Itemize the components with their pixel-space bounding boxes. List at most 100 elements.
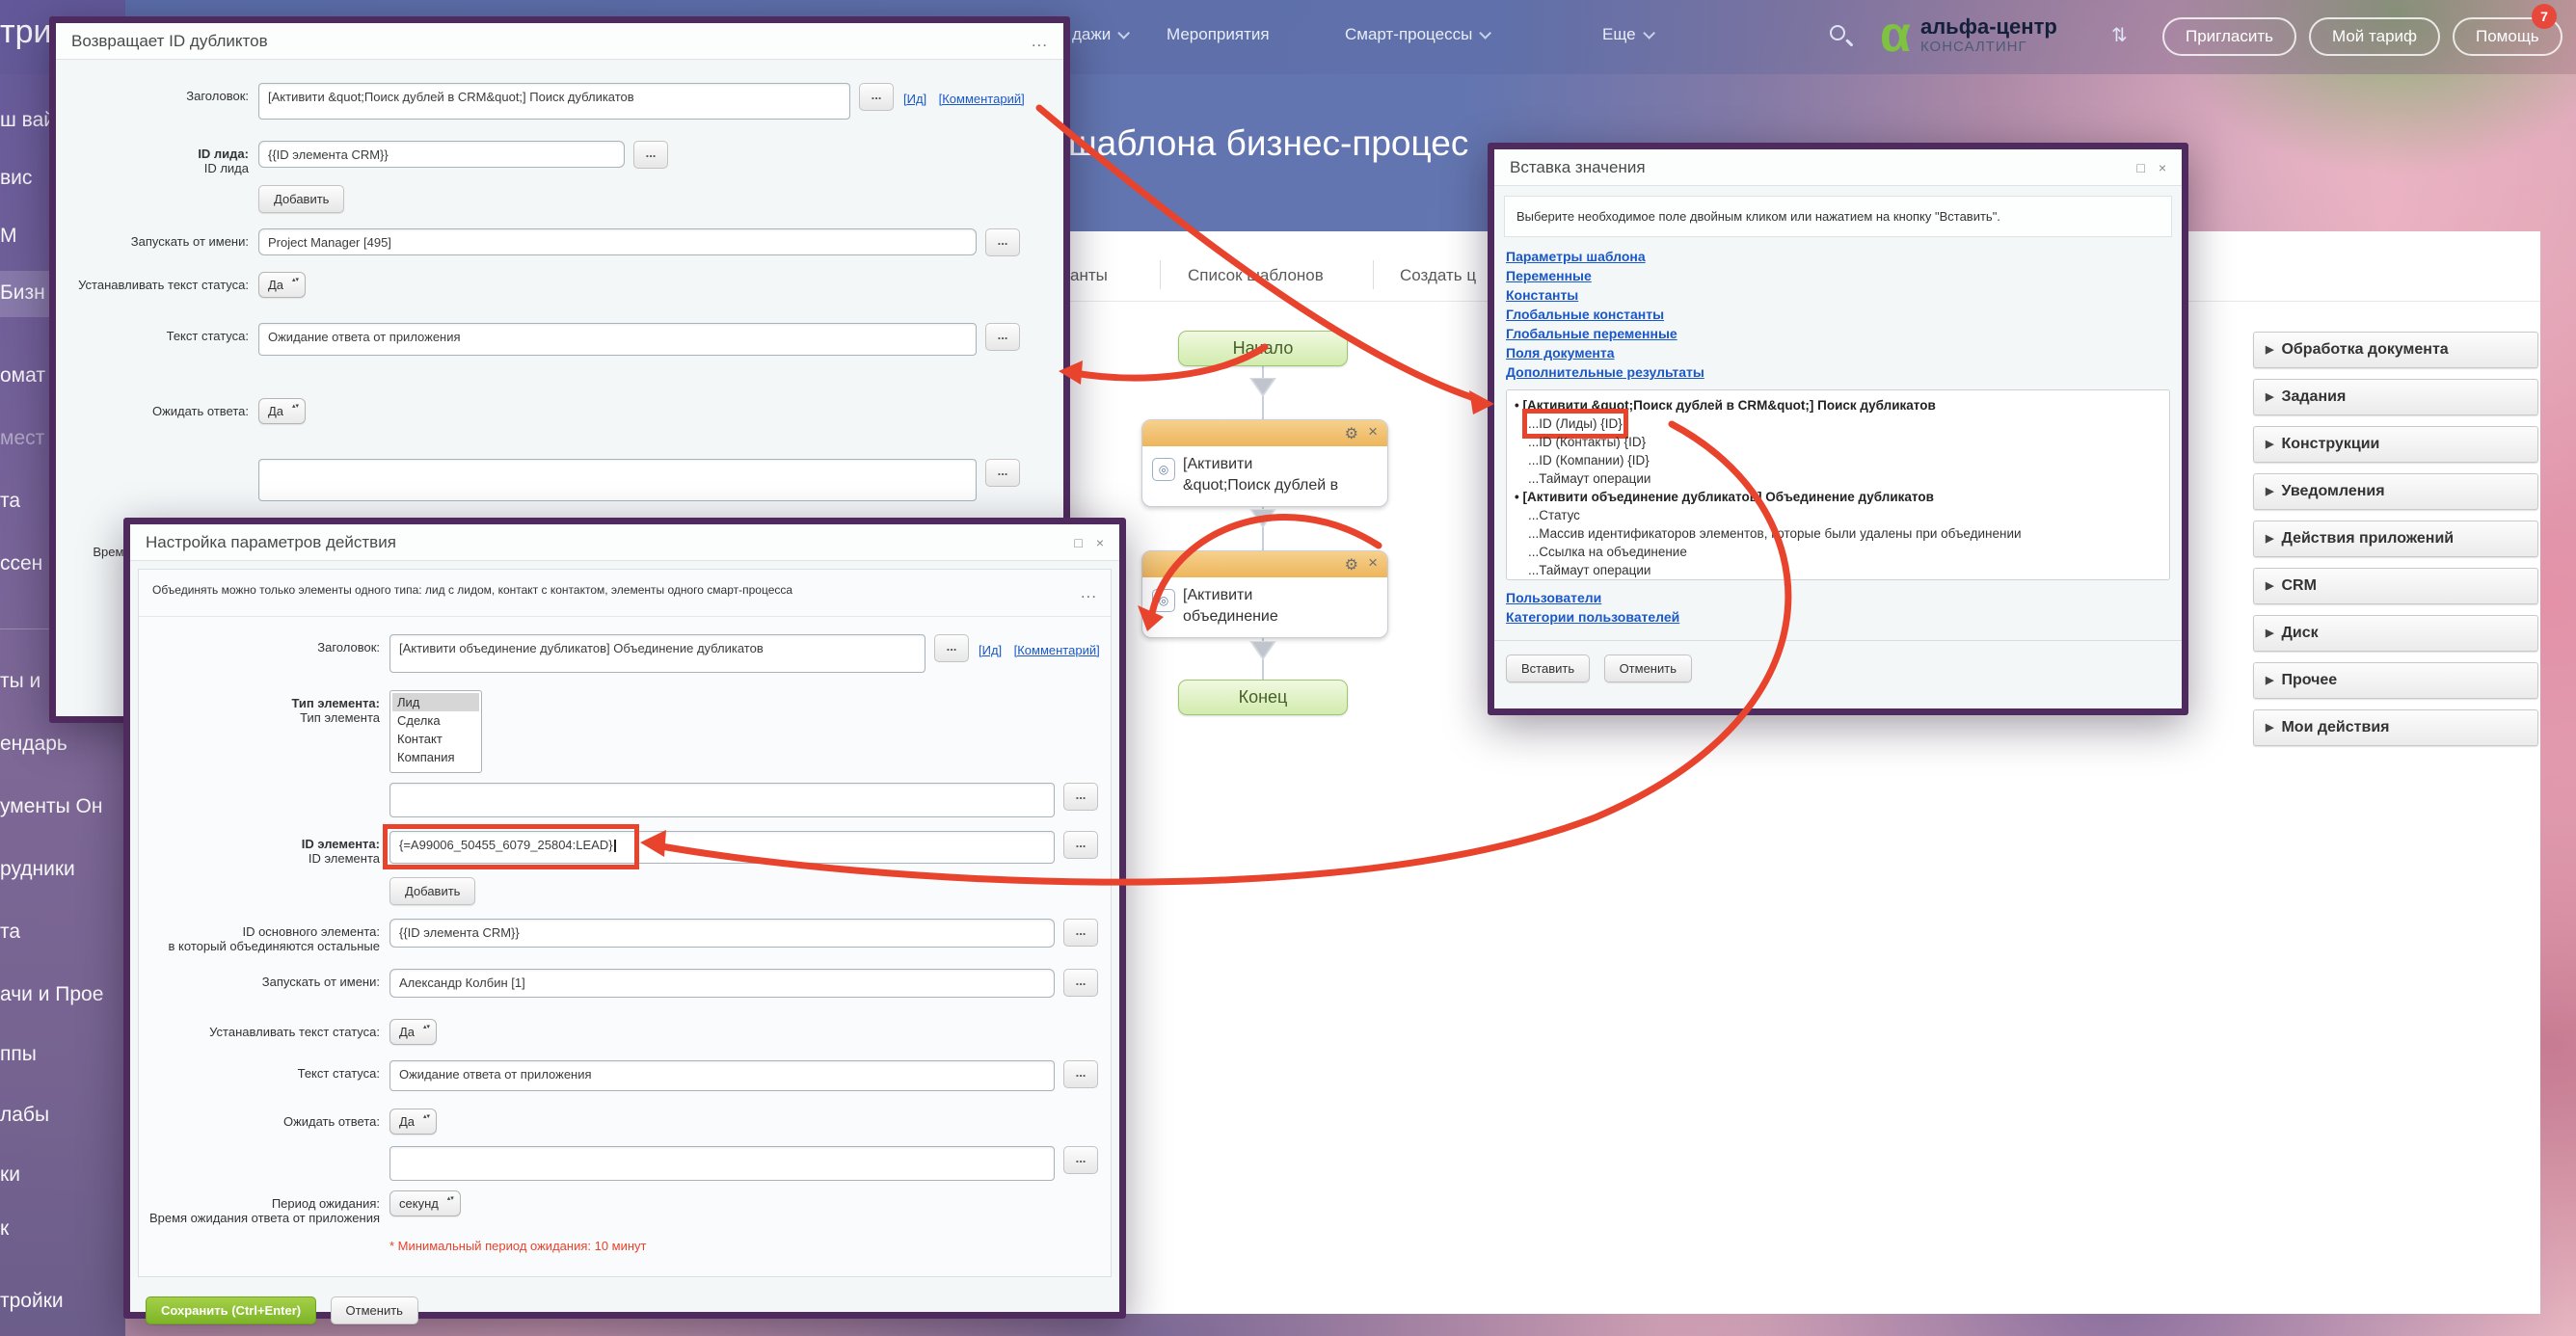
sidebar-item[interactable]: ачи и Прое (0, 983, 125, 1006)
insert-value-button[interactable]: ... (1063, 969, 1098, 997)
comment-link[interactable]: [Комментарий] (1014, 643, 1100, 657)
close-icon[interactable]: × (1096, 535, 1104, 550)
period-select[interactable]: секунд▴▾ (389, 1190, 461, 1216)
accordion-app-actions[interactable]: ▶Действия приложений (2253, 521, 2538, 557)
flow-arrow-down-icon[interactable] (1249, 641, 1276, 660)
flow-arrow-down-icon[interactable] (1249, 509, 1276, 528)
insert-value-button[interactable]: ... (985, 228, 1020, 256)
close-icon[interactable]: × (2159, 160, 2166, 175)
tree-item-id-contacts[interactable]: ...ID (Контакты) {ID} (1515, 433, 2161, 451)
invite-button[interactable]: Пригласить (2162, 17, 2296, 56)
sidebar-item[interactable]: ки (0, 1163, 125, 1187)
sidebar-item[interactable]: к (0, 1217, 125, 1241)
accordion-notifications[interactable]: ▶Уведомления (2253, 473, 2538, 510)
flow-activity1-card[interactable]: ⚙ × ◎ [Активити &quot;Поиск дублей в (1141, 419, 1388, 507)
empty-textarea[interactable] (258, 459, 977, 501)
dialog-titlebar[interactable]: Вставка значения □ × (1494, 149, 2182, 186)
main-element-id-input[interactable]: {{ID элемента CRM}} (389, 919, 1055, 948)
insert-value-button[interactable]: ... (1063, 919, 1098, 947)
gear-icon[interactable]: ⚙ (1345, 555, 1358, 574)
link-template-params[interactable]: Параметры шаблона (1506, 247, 2170, 266)
dialog-titlebar[interactable]: Возвращает ID дубликтов ... (56, 23, 1063, 60)
listbox-option-selected[interactable]: Лид (392, 693, 479, 711)
accordion-crm[interactable]: ▶CRM (2253, 568, 2538, 604)
header-textarea[interactable]: [Активити объединение дубликатов] Объеди… (389, 634, 926, 673)
add-button[interactable]: Добавить (258, 185, 344, 213)
tree-item-timeout[interactable]: ...Таймаут операции (1515, 561, 2161, 579)
tree-item-merge-link[interactable]: ...Ссылка на объединение (1515, 543, 2161, 561)
tab-create[interactable]: Создать ц (1400, 266, 1476, 285)
accordion-document-processing[interactable]: ▶Обработка документа (2253, 332, 2538, 368)
sidebar-item[interactable]: лабы (0, 1104, 125, 1127)
sidebar-item[interactable]: ендарь (0, 733, 125, 756)
status-text-input[interactable]: Ожидание ответа от приложения (258, 323, 977, 356)
lead-id-input[interactable]: {{ID элемента CRM}} (258, 141, 625, 168)
sidebar-item[interactable]: рудники (0, 858, 125, 881)
add-button[interactable]: Добавить (389, 877, 475, 905)
tree-item-id-leads[interactable]: ...ID (Лиды) {ID} (1515, 414, 2161, 433)
tree-item-status[interactable]: ...Статус (1515, 506, 2161, 524)
wait-answer-select[interactable]: Да▴▾ (389, 1109, 437, 1135)
flow-activity2-card[interactable]: ⚙ × ◎ [Активити объединение (1141, 550, 1388, 638)
link-global-constants[interactable]: Глобальные константы (1506, 305, 2170, 324)
link-additional-results[interactable]: Дополнительные результаты (1506, 362, 2170, 382)
insert-value-button[interactable]: ... (1063, 1146, 1098, 1174)
set-status-select[interactable]: Да▴▾ (258, 272, 306, 298)
id-link[interactable]: [Ид] (903, 92, 926, 106)
minimize-icon[interactable]: □ (2136, 160, 2144, 175)
insert-value-button[interactable]: ... (859, 83, 894, 111)
insert-value-button[interactable]: ... (985, 459, 1020, 487)
insert-button[interactable]: Вставить (1506, 655, 1590, 682)
link-users[interactable]: Пользователи (1506, 588, 2170, 607)
link-document-fields[interactable]: Поля документа (1506, 343, 2170, 362)
gear-icon[interactable]: ⚙ (1345, 424, 1358, 443)
sidebar-item[interactable]: тройки (0, 1290, 125, 1313)
tree-activity1-header[interactable]: • [Активити &quot;Поиск дублей в CRM&quo… (1515, 396, 2161, 414)
insert-value-button[interactable]: ... (1063, 783, 1098, 811)
link-global-variables[interactable]: Глобальные переменные (1506, 324, 2170, 343)
close-icon[interactable]: × (1368, 553, 1378, 573)
tree-item-id-companies[interactable]: ...ID (Компании) {ID} (1515, 451, 2161, 469)
set-status-select[interactable]: Да▴▾ (389, 1019, 437, 1045)
flow-end-node[interactable]: Конец (1178, 680, 1348, 715)
element-type-listbox[interactable]: Лид Сделка Контакт Компания (389, 690, 482, 773)
close-icon[interactable]: × (1368, 422, 1378, 441)
listbox-option[interactable]: Контакт (392, 730, 479, 748)
accordion-my-actions[interactable]: ▶Мои действия (2253, 709, 2538, 746)
insert-value-button[interactable]: ... (633, 141, 668, 169)
flow-arrow-down-icon[interactable] (1249, 378, 1276, 397)
flow-start-node[interactable]: Начало (1178, 331, 1348, 366)
minimize-icon[interactable]: □ (1074, 535, 1082, 550)
cancel-button[interactable]: Отменить (1604, 655, 1692, 682)
listbox-option[interactable]: Компания (392, 748, 479, 766)
id-link[interactable]: [Ид] (979, 643, 1002, 657)
accordion-other[interactable]: ▶Прочее (2253, 662, 2538, 699)
search-icon[interactable] (1830, 25, 1845, 40)
insert-value-button[interactable]: ... (1063, 1060, 1098, 1088)
link-variables[interactable]: Переменные (1506, 266, 2170, 285)
comment-link[interactable]: [Комментарий] (939, 92, 1025, 106)
dialog-titlebar[interactable]: Настройка параметров действия □ × (130, 524, 1119, 561)
insert-value-button[interactable]: ... (985, 323, 1020, 351)
header-textarea[interactable]: [Активити &quot;Поиск дублей в CRM&quot;… (258, 83, 850, 120)
insert-value-button[interactable]: ... (1063, 831, 1098, 859)
wait-answer-select[interactable]: Да▴▾ (258, 398, 306, 424)
accordion-disk[interactable]: ▶Диск (2253, 615, 2538, 652)
switch-account-icon[interactable]: ⇅ (2111, 23, 2128, 47)
tree-item-timeout[interactable]: ...Таймаут операции (1515, 469, 2161, 488)
nav-more[interactable]: Еще (1602, 25, 1651, 44)
nav-events[interactable]: Мероприятия (1167, 25, 1270, 44)
nav-smart-processes[interactable]: Смарт-процессы (1345, 25, 1488, 44)
sidebar-item[interactable]: ппы (0, 1043, 125, 1066)
tree-activity2-header[interactable]: • [Активити объединение дубликатов] Объе… (1515, 488, 2161, 506)
link-user-categories[interactable]: Категории пользователей (1506, 607, 2170, 627)
dialog-menu-icon[interactable]: ... (1081, 583, 1097, 602)
link-constants[interactable]: Константы (1506, 285, 2170, 305)
sidebar-item[interactable]: та (0, 921, 125, 944)
accordion-tasks[interactable]: ▶Задания (2253, 379, 2538, 415)
tree-item-deleted-ids[interactable]: ...Массив идентификаторов элементов, кот… (1515, 524, 2161, 543)
company-logo[interactable]: α альфа-центр КОНСАЛТИНГ (1880, 10, 2057, 60)
accordion-constructions[interactable]: ▶Конструкции (2253, 426, 2538, 463)
insert-value-button[interactable]: ... (934, 634, 969, 662)
tariff-button[interactable]: Мой тариф (2309, 17, 2440, 56)
